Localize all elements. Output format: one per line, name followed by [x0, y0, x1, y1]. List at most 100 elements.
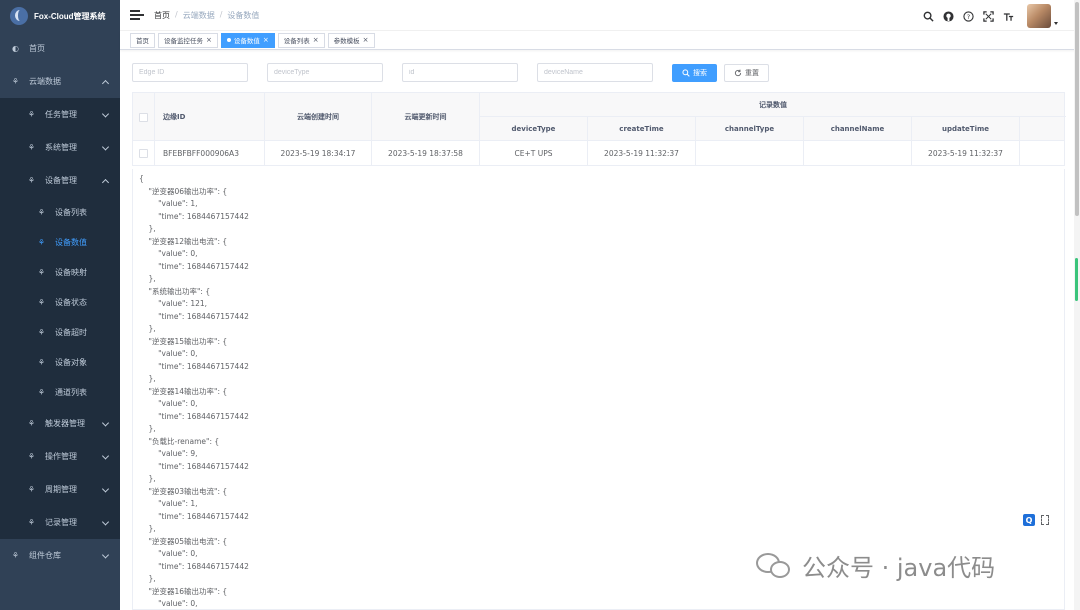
scroll-indicator [1075, 258, 1078, 301]
app-logo[interactable]: Fox-Cloud管理系统 [0, 0, 120, 32]
tag-item[interactable]: 设备数值 × [220, 32, 275, 48]
header-record-values: 记录数值 [480, 93, 1066, 117]
search-icon[interactable] [923, 11, 934, 22]
breadcrumb-item[interactable]: 首页 [154, 10, 170, 21]
reset-button[interactable]: 重置 [724, 63, 769, 82]
header-channel-type[interactable]: channelType [696, 117, 804, 141]
menu-icon: ⚘ [11, 551, 20, 560]
row-select-cell [133, 141, 155, 166]
cell-update-time: 2023-5-19 18:37:58 [372, 141, 480, 166]
cell-create-time: 2023-5-19 18:34:17 [265, 141, 372, 166]
device-type-input[interactable] [267, 63, 383, 82]
sidebar-item-label: 首页 [29, 44, 45, 53]
header-record-update-time[interactable]: updateTime [912, 117, 1020, 141]
reset-button-label: 重置 [745, 68, 759, 77]
menu-icon: ⚘ [27, 176, 36, 185]
font-size-icon[interactable] [1003, 11, 1014, 22]
menu-icon: ⚘ [27, 518, 36, 527]
menu-icon: ⚘ [37, 237, 46, 247]
sidebar-item[interactable]: ⚘ 组件仓库 [0, 539, 120, 572]
sidebar-item[interactable]: ⚘ 设备映射 [0, 257, 120, 287]
header-record-create-time[interactable]: createTime [588, 117, 696, 141]
search-form: 搜索 重置 [132, 63, 769, 82]
record-json-panel: { "逆变器06输出功率": { "value": 1, "time": 168… [132, 169, 1065, 610]
device-values-table: 边缘ID 云端创建时间 云端更新时间 记录数值 deviceType creat… [132, 92, 1066, 166]
sidebar-item[interactable]: ⚘ 设备状态 [0, 287, 120, 317]
sidebar-item[interactable]: ⚘ 设备列表 [0, 197, 120, 227]
menu-icon: ⚘ [27, 110, 36, 119]
close-icon[interactable]: × [313, 36, 319, 44]
row-checkbox[interactable] [139, 149, 148, 158]
sidebar-item[interactable]: ⚘ 云端数据 [0, 65, 120, 98]
close-icon[interactable]: × [263, 36, 269, 44]
sidebar-item-label: 设备状态 [55, 297, 87, 307]
cell-spacer [1020, 141, 1066, 166]
sidebar-item[interactable]: ⚘ 周期管理 [0, 473, 120, 506]
help-icon[interactable]: ? [963, 10, 974, 22]
select-all-checkbox[interactable] [139, 112, 148, 122]
search-icon [682, 68, 690, 77]
sidebar-item[interactable]: ◐ 首页 [0, 32, 120, 65]
hamburger-icon[interactable] [130, 10, 144, 20]
edge-id-input[interactable] [132, 63, 248, 82]
menu-icon: ⚘ [27, 485, 36, 494]
chevron-down-icon [101, 451, 110, 460]
app-title: Fox-Cloud管理系统 [34, 11, 106, 21]
close-icon[interactable]: × [363, 36, 369, 44]
device-name-input[interactable] [537, 63, 653, 82]
search-button[interactable]: 搜索 [672, 63, 717, 82]
logo-icon [10, 7, 28, 25]
table-row[interactable]: BFEBFBFF000906A3 2023-5-19 18:34:17 2023… [133, 141, 1064, 166]
sidebar-item-label: 设备数值 [55, 237, 87, 247]
watermark-text: 公众号 · java代码 [802, 554, 996, 582]
watermark: 公众号 · java代码 [756, 548, 995, 583]
page-scrollbar[interactable] [1074, 0, 1080, 610]
fullscreen-icon[interactable] [983, 10, 994, 22]
chevron-down-icon [101, 418, 110, 427]
sidebar-item-label: 设备映射 [55, 267, 87, 277]
sidebar-item-label: 触发器管理 [45, 419, 85, 428]
sidebar-menu: ◐ 首页 ⚘ 云端数据 ⚘ 任务管理 ⚘ 系统管理 ⚘ 设备管理 ⚘ 设备列表 ⚘ 设备数值 ⚘ 设备映射 ⚘ 设… [0, 32, 120, 572]
sidebar-item[interactable]: ⚘ 操作管理 [0, 440, 120, 473]
menu-icon: ⚘ [37, 267, 46, 277]
tag-item[interactable]: 首页 [130, 32, 155, 48]
github-icon[interactable] [943, 10, 954, 22]
chevron-down-icon [101, 484, 110, 493]
cell-record-update-time: 2023-5-19 11:32:37 [912, 141, 1020, 166]
sidebar-item-label: 设备列表 [55, 207, 87, 217]
sidebar-item[interactable]: ⚘ 触发器管理 [0, 407, 120, 440]
sidebar-item[interactable]: ⚘ 任务管理 [0, 98, 120, 131]
select-all-cell [133, 93, 155, 141]
record-json-text: { "逆变器06输出功率": { "value": 1, "time": 168… [139, 174, 249, 608]
close-icon[interactable]: × [206, 36, 212, 44]
sidebar-item[interactable]: ⚘ 设备数值 [0, 227, 120, 257]
sidebar-item[interactable]: ⚘ 记录管理 [0, 506, 120, 539]
tag-item[interactable]: 参数模板 × [327, 32, 375, 48]
id-input[interactable] [402, 63, 518, 82]
navbar-actions: ? [923, 4, 1058, 28]
sidebar-item-label: 设备管理 [45, 176, 77, 185]
scrollbar-thumb[interactable] [1075, 2, 1079, 216]
svg-text:?: ? [967, 12, 970, 20]
table-header: 边缘ID 云端创建时间 云端更新时间 记录数值 deviceType creat… [133, 93, 1066, 141]
header-device-type[interactable]: deviceType [480, 117, 588, 141]
sidebar-item-label: 操作管理 [45, 452, 77, 461]
sidebar-item[interactable]: ⚘ 设备管理 [0, 164, 120, 197]
q-badge-icon[interactable]: Q [1023, 514, 1035, 526]
caret-down-icon[interactable] [1054, 21, 1058, 25]
header-update-time[interactable]: 云端更新时间 [372, 93, 480, 141]
expand-icon[interactable] [1041, 515, 1049, 525]
tag-item[interactable]: 设备列表 × [277, 32, 325, 48]
header-channel-name[interactable]: channelName [804, 117, 912, 141]
sidebar-item[interactable]: ⚘ 设备超时 [0, 317, 120, 347]
sidebar-item[interactable]: ⚘ 设备对象 [0, 347, 120, 377]
tag-label: 首页 [136, 37, 149, 45]
chevron-down-icon [101, 517, 110, 526]
avatar[interactable] [1027, 4, 1051, 28]
header-edge-id[interactable]: 边缘ID [155, 93, 265, 141]
sidebar-item[interactable]: ⚘ 通道列表 [0, 377, 120, 407]
tag-item[interactable]: 设备监控任务 × [158, 32, 218, 48]
header-create-time[interactable]: 云端创建时间 [265, 93, 372, 141]
sidebar-item-label: 设备超时 [55, 327, 87, 337]
sidebar-item[interactable]: ⚘ 系统管理 [0, 131, 120, 164]
